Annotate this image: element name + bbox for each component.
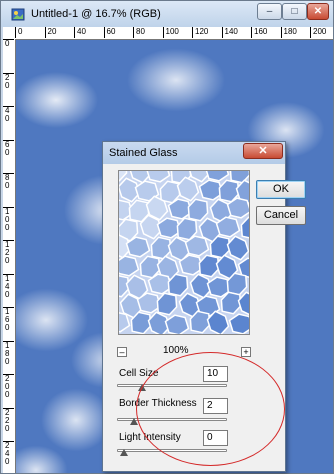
glass-cell <box>164 314 190 334</box>
zoom-in-button[interactable]: + <box>241 347 251 357</box>
cell-size-input[interactable]: 10 <box>203 366 228 382</box>
stained-glass-dialog: Stained Glass ✕ OK Cancel – 100% + Cell … <box>102 141 306 472</box>
ruler-tick-h: 80 <box>133 27 145 38</box>
light-intensity-label: Light Intensity <box>119 432 181 443</box>
glass-cell <box>187 198 209 222</box>
ok-button[interactable]: OK <box>256 180 306 199</box>
horizontal-ruler[interactable]: 0 20 40 60 80 100 120 140 160 180 200 <box>15 27 333 40</box>
zoom-level: 100% <box>163 345 189 356</box>
zoom-out-button[interactable]: – <box>117 347 127 357</box>
maximize-button[interactable]: □ <box>282 3 307 20</box>
ruler-tick-label: 2 2 0 <box>5 407 10 433</box>
glass-cell <box>205 171 230 182</box>
ruler-tick-label: 2 0 <box>5 72 10 90</box>
border-thickness-slider-thumb[interactable] <box>130 418 138 425</box>
glass-cell <box>228 313 249 334</box>
ruler-tick-v: 1 8 0 <box>3 340 14 366</box>
maximize-icon: □ <box>291 6 298 17</box>
ruler-tick-label: 6 0 <box>5 139 10 157</box>
ruler-tick-h: 100 <box>162 27 179 38</box>
ruler-tick-h: 60 <box>103 27 115 38</box>
ruler-tick-h: 200 <box>310 27 326 38</box>
border-thickness-slider[interactable] <box>117 418 227 425</box>
dialog-title: Stained Glass <box>109 147 178 159</box>
ruler-tick-v: 1 0 0 <box>3 206 14 232</box>
ruler-tick-h: 140 <box>221 27 238 38</box>
photoshop-doc-icon <box>11 8 25 21</box>
ruler-tick-label: 8 0 <box>5 173 10 190</box>
ruler-tick-v: 2 0 0 <box>3 374 14 399</box>
filter-preview[interactable] <box>118 170 250 335</box>
ruler-tick-v: 6 0 <box>3 139 14 157</box>
ruler-tick-v: 2 2 0 <box>3 407 14 433</box>
close-icon: ✕ <box>313 6 323 17</box>
ruler-tick-v: 2 0 <box>3 72 14 90</box>
stained-glass-preview-image <box>119 171 249 334</box>
cell-size-label: Cell Size <box>119 368 159 379</box>
ruler-tick-h: 120 <box>192 27 208 38</box>
ruler-tick-v: 2 4 0 <box>3 441 14 466</box>
ruler-tick-v: 4 0 <box>3 106 14 123</box>
light-intensity-slider-thumb[interactable] <box>120 449 128 456</box>
minus-icon: – <box>119 347 125 357</box>
dialog-close-button[interactable]: ✕ <box>243 143 283 159</box>
glass-cell <box>150 236 172 260</box>
cell-size-slider-thumb[interactable] <box>138 384 146 391</box>
glass-cell <box>240 216 249 239</box>
ruler-tick-v: 0 <box>3 39 14 48</box>
glass-cell <box>198 254 220 278</box>
close-icon: ✕ <box>258 145 268 157</box>
glass-cell <box>156 292 178 316</box>
close-button[interactable]: ✕ <box>307 3 329 20</box>
title-bar[interactable]: Untitled-1 @ 16.7% (RGB) – □ ✕ <box>1 1 333 27</box>
cell-size-slider[interactable] <box>117 384 227 391</box>
minimize-button[interactable]: – <box>257 3 282 20</box>
glass-cell <box>119 255 140 277</box>
ruler-tick-h: 180 <box>280 27 297 38</box>
ruler-tick-label: 2 0 0 <box>5 374 10 399</box>
window-title: Untitled-1 @ 16.7% (RGB) <box>31 8 161 20</box>
ruler-tick-v: 1 6 0 <box>3 307 14 332</box>
ruler-tick-label: 4 0 <box>5 106 10 123</box>
dialog-title-bar[interactable]: Stained Glass ✕ <box>103 142 285 164</box>
ruler-tick-v: 1 2 0 <box>3 240 14 265</box>
cancel-button[interactable]: Cancel <box>256 206 306 225</box>
border-thickness-label: Border Thickness <box>119 398 197 409</box>
ruler-tick-h: 40 <box>74 27 86 38</box>
ruler-tick-label: 1 4 0 <box>5 273 10 299</box>
ruler-tick-label: 0 <box>5 39 10 48</box>
ruler-tick-v: 1 4 0 <box>3 273 14 299</box>
ruler-tick-label: 1 8 0 <box>5 340 10 366</box>
ruler-tick-v: 8 0 <box>3 173 14 190</box>
border-thickness-input[interactable]: 2 <box>203 398 228 414</box>
plus-icon: + <box>243 347 249 357</box>
ruler-tick-h: 160 <box>251 27 267 38</box>
minimize-icon: – <box>266 6 273 17</box>
vertical-ruler[interactable]: 0 2 0 4 0 6 0 8 0 1 0 0 1 2 0 1 4 0 1 6 0 1 8 0 2 … <box>3 39 16 473</box>
light-intensity-input[interactable]: 0 <box>203 430 228 446</box>
glass-cell <box>226 235 249 261</box>
ruler-tick-label: 1 0 0 <box>5 206 10 232</box>
ruler-tick-h: 20 <box>44 27 56 38</box>
light-intensity-slider[interactable] <box>117 449 227 456</box>
ruler-tick-label: 1 6 0 <box>5 307 10 332</box>
ruler-tick-label: 1 2 0 <box>5 240 10 265</box>
ruler-tick-h: 0 <box>15 27 22 38</box>
glass-cell <box>146 171 171 183</box>
ruler-tick-label: 2 4 0 <box>5 441 10 466</box>
